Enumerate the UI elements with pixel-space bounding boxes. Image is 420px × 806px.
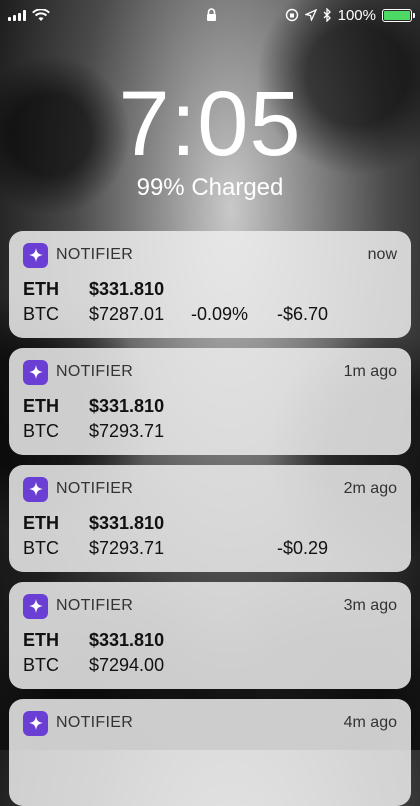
btc-price: $7294.00 [89, 655, 165, 675]
eth-symbol: ETH [23, 396, 59, 416]
btc-change-amount: -$6.70 [277, 304, 329, 324]
wifi-icon [32, 8, 50, 21]
eth-price: $331.810 [89, 396, 165, 416]
eth-price: $331.810 [89, 630, 165, 650]
location-icon [304, 9, 317, 21]
orientation-lock-icon [285, 8, 298, 22]
app-name: NOTIFIER [56, 480, 134, 497]
notifier-app-icon [23, 593, 48, 619]
btc-symbol: BTC [23, 538, 59, 558]
btc-price: $7287.01 [89, 304, 165, 324]
notifier-app-icon [23, 242, 48, 268]
notification-time: 4m ago [343, 714, 397, 731]
lock-screen-time: 7:05 [118, 73, 302, 175]
battery-icon [382, 8, 415, 22]
app-name: NOTIFIER [56, 363, 134, 380]
signal-icon [8, 9, 26, 21]
notification-time: 1m ago [343, 363, 397, 380]
notifier-app-icon [23, 359, 48, 385]
notifier-app-icon [23, 710, 48, 736]
eth-symbol: ETH [23, 279, 59, 299]
lock-icon [207, 8, 216, 21]
app-name: NOTIFIER [56, 597, 134, 614]
bluetooth-icon [323, 8, 331, 22]
charge-status: 99% Charged [136, 174, 284, 201]
battery-percent: 100% [337, 6, 376, 24]
notifier-app-icon [23, 476, 48, 502]
notification-card[interactable]: NOTIFIER 4m ago [9, 699, 411, 806]
btc-symbol: BTC [23, 655, 59, 675]
status-bar: 100% [0, 0, 420, 30]
notification-card[interactable]: NOTIFIER 2m ago ETH $331.810 BTC $7293.7… [9, 465, 411, 572]
notification-time: 2m ago [343, 480, 397, 497]
btc-price: $7293.71 [89, 421, 165, 441]
notification-time: now [367, 246, 397, 263]
eth-symbol: ETH [23, 513, 59, 533]
notification-card[interactable]: NOTIFIER 1m ago ETH $331.810 BTC $7293.7… [9, 348, 411, 455]
notification-card[interactable]: NOTIFIER 3m ago ETH $331.810 BTC $7294.0… [9, 582, 411, 689]
btc-price: $7293.71 [89, 538, 165, 558]
eth-symbol: ETH [23, 630, 59, 650]
eth-price: $331.810 [89, 279, 165, 299]
notification-time: 3m ago [343, 597, 397, 614]
app-name: NOTIFIER [56, 246, 134, 263]
btc-symbol: BTC [23, 304, 59, 324]
btc-symbol: BTC [23, 421, 59, 441]
eth-price: $331.810 [89, 513, 165, 533]
btc-change-percent: -0.09% [191, 304, 249, 324]
notification-card[interactable]: NOTIFIER now ETH $331.810 BTC $7287.01 -… [9, 231, 411, 338]
btc-change-amount: -$0.29 [277, 538, 329, 558]
app-name: NOTIFIER [56, 714, 134, 731]
